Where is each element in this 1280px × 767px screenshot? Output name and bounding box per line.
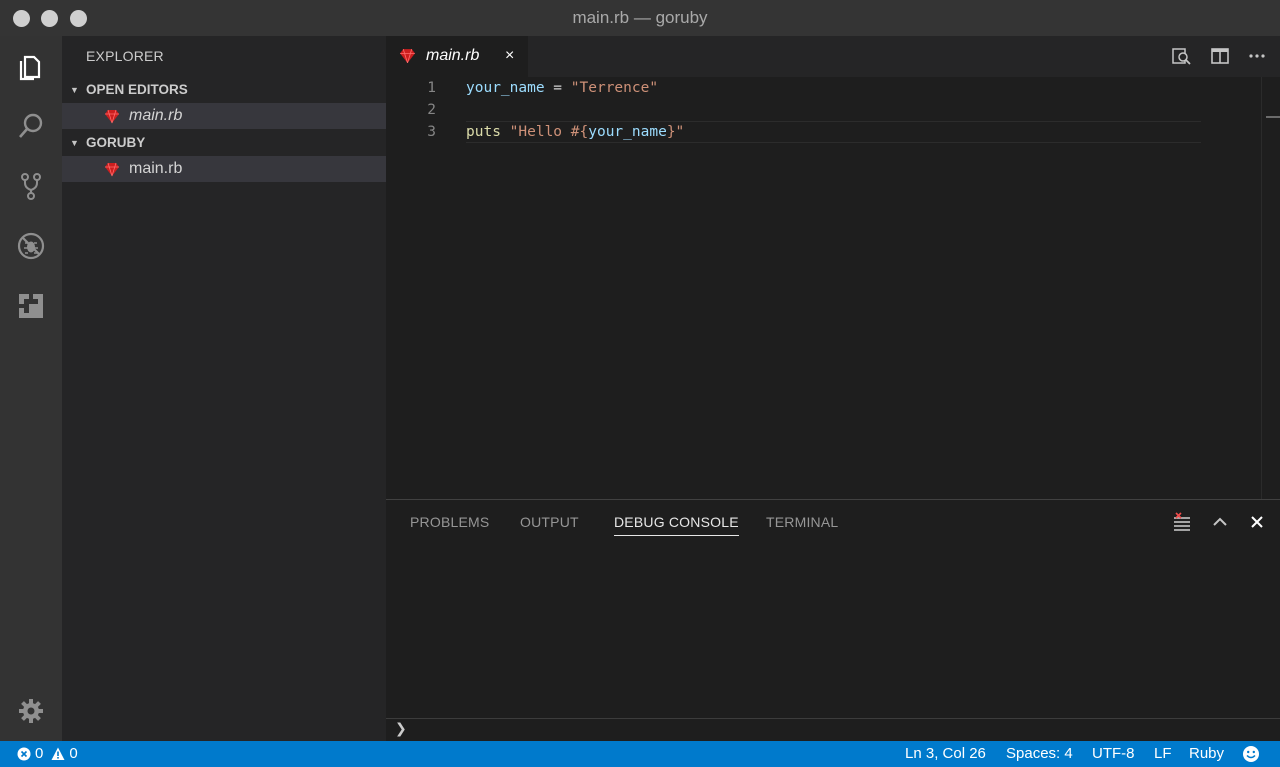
eol-setting[interactable]: LF: [1154, 741, 1172, 767]
title-bar: main.rb — goruby: [0, 0, 1280, 37]
line-number: 1: [427, 80, 436, 96]
warning-icon: [51, 747, 65, 760]
chevron-down-icon: ▼: [70, 138, 79, 148]
activity-debug[interactable]: [0, 221, 62, 271]
tab-terminal[interactable]: TERMINAL: [766, 514, 838, 530]
activity-settings[interactable]: [0, 686, 62, 736]
encoding-setting[interactable]: UTF-8: [1092, 741, 1135, 767]
token-variable: your_name: [588, 124, 667, 140]
close-tab-icon[interactable]: ×: [505, 36, 514, 76]
code-line-3[interactable]: puts "Hello #{your_name}": [466, 121, 684, 143]
close-icon: [1251, 516, 1263, 528]
ruby-file-icon: [400, 49, 415, 64]
line-number: 2: [427, 102, 436, 118]
tab-main-rb[interactable]: main.rb ×: [386, 36, 528, 77]
language-mode[interactable]: Ruby: [1189, 741, 1224, 767]
activity-source-control[interactable]: [0, 161, 62, 211]
open-preview-icon: [1172, 48, 1191, 65]
indentation-setting[interactable]: Spaces: 4: [1006, 741, 1073, 767]
activity-search[interactable]: [0, 101, 62, 151]
extensions-icon: [19, 294, 43, 318]
maximize-panel-button[interactable]: [1210, 512, 1230, 532]
problems-status[interactable]: 0 0: [17, 741, 78, 767]
open-editor-item[interactable]: main.rb: [62, 103, 386, 129]
window-title: main.rb — goruby: [572, 8, 708, 27]
error-count: 0: [35, 745, 44, 762]
activity-explorer[interactable]: [0, 41, 62, 91]
source-control-icon: [21, 173, 41, 200]
status-bar: 0 0 Ln 3, Col 26 Spaces: 4 UTF-8 LF Ruby: [0, 741, 1280, 767]
activity-bar: [0, 36, 62, 741]
folder-file-item[interactable]: main.rb: [62, 156, 386, 182]
open-changes-button[interactable]: [1170, 45, 1192, 67]
token-string: "Hello #{: [509, 124, 589, 140]
debug-icon: [17, 232, 45, 260]
split-editor-button[interactable]: [1209, 45, 1231, 67]
feedback-button[interactable]: [1242, 741, 1260, 767]
tab-output[interactable]: OUTPUT: [520, 514, 579, 530]
token-operator: =: [544, 80, 571, 96]
bottom-panel: PROBLEMS OUTPUT DEBUG CONSOLE TERMINAL ❯: [386, 499, 1280, 742]
sidebar-title: EXPLORER: [86, 48, 164, 64]
close-panel-button[interactable]: [1247, 512, 1267, 532]
explorer-icon: [19, 55, 41, 81]
prompt-chevron-icon: ❯: [395, 720, 407, 736]
search-icon: [19, 113, 43, 138]
code-line-1[interactable]: your_name = "Terrence": [466, 77, 658, 99]
activity-extensions[interactable]: [0, 281, 62, 331]
cursor-position[interactable]: Ln 3, Col 26: [905, 741, 986, 767]
error-icon: [17, 747, 31, 761]
file-name: main.rb: [129, 107, 183, 124]
chevron-down-icon: ▼: [70, 85, 79, 95]
split-editor-icon: [1211, 48, 1229, 64]
section-open-editors[interactable]: ▼ OPEN EDITORS: [62, 77, 386, 103]
ruby-file-icon: [105, 162, 119, 177]
warning-count: 0: [69, 745, 78, 762]
token-string: "Terrence": [570, 80, 659, 96]
tab-debug-console[interactable]: DEBUG CONSOLE: [614, 514, 739, 536]
token-keyword: puts: [466, 124, 501, 140]
line-number: 3: [427, 124, 436, 140]
file-name: main.rb: [129, 160, 183, 177]
section-label: OPEN EDITORS: [86, 82, 188, 97]
tab-problems[interactable]: PROBLEMS: [410, 514, 489, 530]
token-variable: your_name: [466, 80, 545, 96]
scrollbar-thumb[interactable]: [1266, 116, 1280, 118]
gear-icon: [19, 699, 43, 723]
clear-console-icon: [1174, 512, 1190, 531]
token-string: }": [666, 124, 685, 140]
tab-label: main.rb: [426, 47, 480, 64]
clear-console-button[interactable]: [1172, 512, 1192, 532]
section-label: GORUBY: [86, 135, 146, 150]
ellipsis-icon: [1249, 54, 1265, 58]
chevron-up-icon: [1213, 517, 1227, 526]
debug-console-input[interactable]: ❯: [386, 718, 1280, 743]
more-actions-button[interactable]: [1246, 45, 1268, 67]
editor-tab-bar: main.rb ×: [386, 36, 1280, 77]
explorer-sidebar: EXPLORER ▼ OPEN EDITORS main.rb ▼ GORUBY…: [62, 36, 386, 741]
editor-ruler: [1261, 77, 1262, 499]
code-editor[interactable]: 1 2 3 your_name = "Terrence" puts "Hello…: [386, 77, 1280, 499]
ruby-file-icon: [105, 109, 119, 124]
section-goruby[interactable]: ▼ GORUBY: [62, 130, 386, 156]
smiley-icon: [1243, 746, 1259, 762]
